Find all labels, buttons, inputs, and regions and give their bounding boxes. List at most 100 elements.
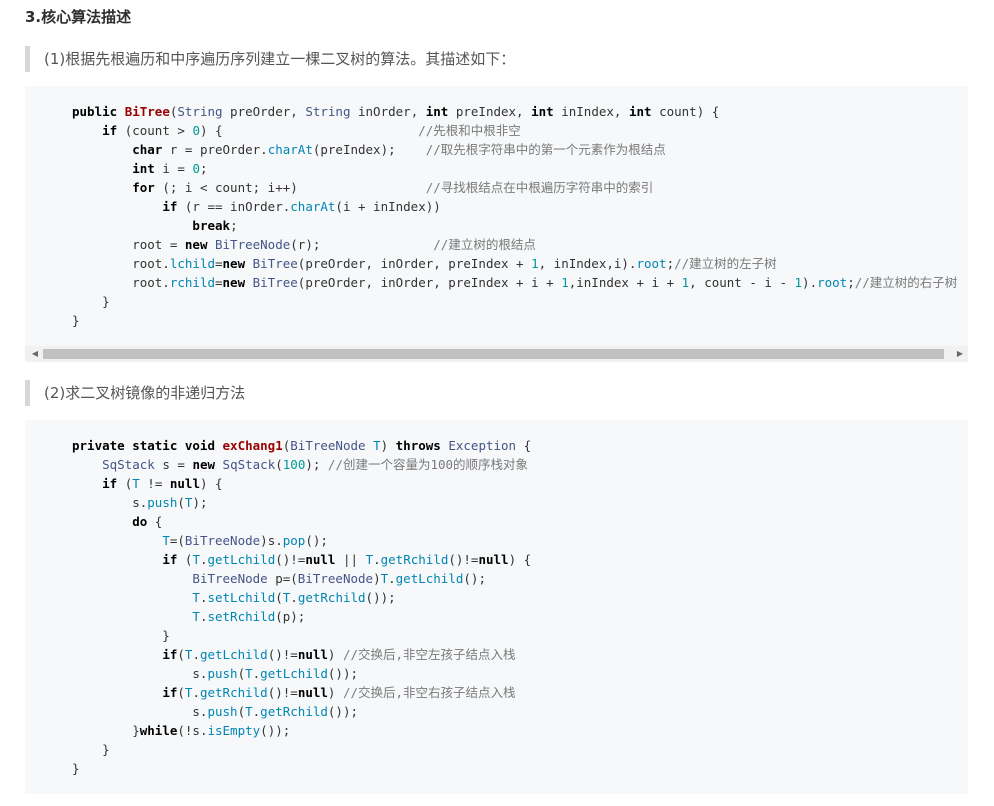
code-token: ;	[847, 275, 855, 290]
code-line: public BiTree(String preOrder, String in…	[72, 102, 957, 121]
code-token: BiTree	[124, 104, 170, 119]
code-token: BiTreeNode	[297, 571, 374, 586]
code-line: private static void exChang1(BiTreeNode …	[72, 436, 531, 455]
code-token: (preIndex);	[312, 142, 426, 157]
code-line: do {	[72, 512, 531, 531]
code-token: ();	[305, 533, 328, 548]
code-token: root.	[72, 256, 170, 271]
code-token: BiTree	[252, 275, 298, 290]
code-token: if	[162, 647, 178, 662]
code-token: ());	[365, 590, 396, 605]
code-token: ());	[327, 666, 359, 681]
code-token: if	[162, 199, 178, 214]
code-token: Exception	[448, 438, 517, 453]
code-token: ,inIndex + i +	[568, 275, 682, 290]
code-token: )	[327, 685, 343, 700]
scrollbar-thumb[interactable]	[43, 349, 944, 359]
code-token: .	[373, 552, 381, 567]
code-token: .	[192, 647, 200, 662]
code-token: if	[102, 123, 118, 138]
code-token: !=	[139, 476, 170, 491]
code-token: T	[162, 533, 170, 548]
code-token: =	[215, 256, 223, 271]
code-token: ;	[230, 218, 238, 233]
code-token: do	[132, 514, 148, 529]
code-line: }while(!s.isEmpty());	[72, 721, 531, 740]
code-token: T	[132, 476, 140, 491]
code-token: p=(	[267, 571, 298, 586]
code-token: 1	[794, 275, 803, 290]
code-line: int i = 0;	[72, 159, 957, 178]
code-token: int	[132, 161, 155, 176]
code-line: if (T != null) {	[72, 474, 531, 493]
code-token: );	[305, 457, 328, 472]
code-token: =(	[169, 533, 185, 548]
code-token: getLchild	[199, 647, 268, 662]
code-token: new	[184, 237, 215, 252]
code-token: ()!=	[267, 685, 298, 700]
code-line: }	[72, 759, 531, 778]
code-block-1: public BiTree(String preOrder, String in…	[25, 86, 968, 346]
code-token: (	[237, 704, 246, 719]
code-token: =	[215, 275, 223, 290]
code-token: exChang1	[222, 438, 283, 453]
code-line: for (; i < count; i++) //寻找根结点在中根遍历字符串中的…	[72, 178, 957, 197]
code-token: null	[305, 552, 336, 567]
code-token: s.	[72, 495, 148, 510]
code-line: s.push(T.getLchild());	[72, 664, 531, 683]
code-token: (	[177, 495, 185, 510]
code-line: }	[72, 311, 957, 330]
code-token: (i + inIndex))	[335, 199, 441, 214]
blockquote-2: (2)求二叉树镜像的非递归方法	[25, 380, 965, 406]
code-token: (	[177, 685, 185, 700]
code-line: T.setLchild(T.getRchild());	[72, 588, 531, 607]
code-token: charAt	[290, 199, 336, 214]
code-token: //交换后,非空左孩子结点入栈	[342, 647, 516, 662]
scroll-left-arrow-icon[interactable]: ◀	[27, 346, 43, 362]
code-token: (count >	[117, 123, 193, 138]
code-token: inIndex,	[553, 104, 629, 119]
code-line: s.push(T.getRchild());	[72, 702, 531, 721]
code-token: push	[207, 704, 238, 719]
code-token: getRchild	[199, 685, 268, 700]
horizontal-scrollbar[interactable]: ◀ ▶	[25, 346, 968, 362]
blockquote-1: (1)根据先根遍历和中序遍历序列建立一棵二叉树的算法。其描述如下：	[25, 46, 965, 72]
blockquote-2-text: (2)求二叉树镜像的非递归方法	[44, 384, 246, 402]
code-token: T	[365, 552, 374, 567]
code-token: }	[72, 723, 140, 738]
code-token: (r);	[290, 237, 434, 252]
code-token: //创建一个容量为100的顺序栈对象	[327, 457, 529, 472]
code-token: root	[636, 256, 667, 271]
code-token: T	[192, 590, 200, 605]
code-token: (	[237, 666, 246, 681]
code-token: root.	[72, 275, 170, 290]
code-token: new	[222, 275, 253, 290]
code-token: ());	[327, 704, 359, 719]
code-token: getLchild	[260, 666, 328, 681]
code-token: T	[380, 571, 389, 586]
code-token: getLchild	[207, 552, 276, 567]
scroll-right-arrow-icon[interactable]: ▶	[952, 346, 968, 362]
code-line: T=(BiTreeNode)s.pop();	[72, 531, 531, 550]
code-token: char	[132, 142, 163, 157]
code-token: (r == inOrder.	[177, 199, 291, 214]
code-token: }	[72, 294, 110, 309]
code-token: (	[275, 457, 283, 472]
code-token: private static void	[72, 438, 223, 453]
code-token: BiTreeNode	[215, 237, 291, 252]
code-token: (	[275, 590, 283, 605]
code-token: //建立树的右子树	[854, 275, 958, 290]
code-token: 0	[192, 123, 200, 138]
code-line: root.rchild=new BiTree(preOrder, inOrder…	[72, 273, 957, 292]
code-line: root.lchild=new BiTree(preOrder, inOrder…	[72, 254, 957, 273]
code-line: if(T.getLchild()!=null) //交换后,非空左孩子结点入栈	[72, 645, 531, 664]
code-token: .	[388, 571, 396, 586]
code-token: {	[147, 514, 163, 529]
